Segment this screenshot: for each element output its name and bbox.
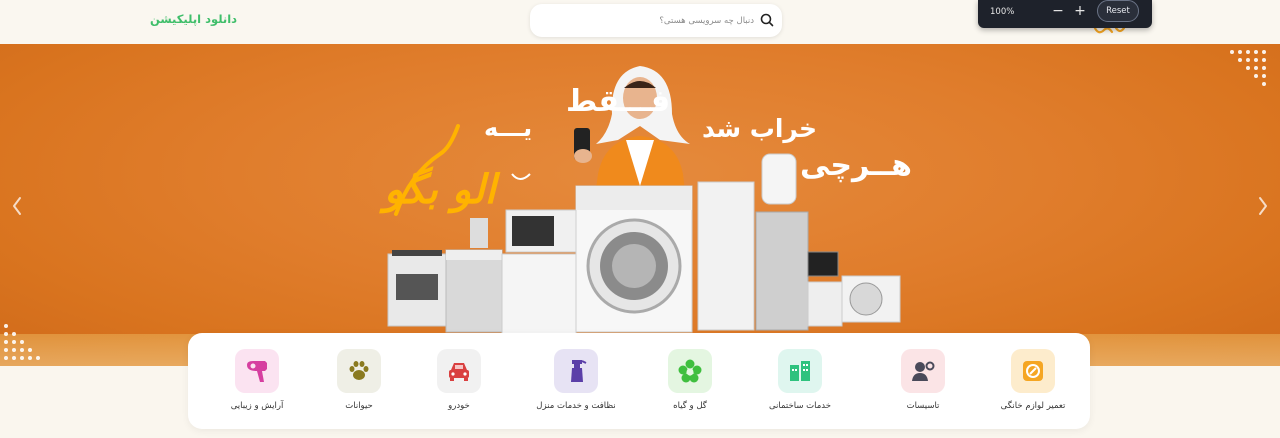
chevron-left-icon	[13, 197, 21, 215]
service-label: تعمیر لوازم خانگی	[1000, 401, 1066, 411]
dots-decoration-bottom-left	[4, 324, 40, 360]
service-label: خودرو	[448, 401, 470, 411]
service-beauty[interactable]: آرایش و زیبایی	[202, 349, 312, 419]
services-categories: تعمیر لوازم خانگی تاسیسات خدمات ساختمانی…	[188, 333, 1090, 429]
service-tile	[235, 349, 279, 393]
headline-line-1: فـــقط	[566, 84, 671, 119]
dots-decoration-top-right	[1230, 50, 1266, 86]
service-label: آرایش و زیبایی	[230, 401, 284, 411]
service-tile	[337, 349, 381, 393]
zoom-level: 100%	[990, 7, 1015, 17]
service-construction[interactable]: خدمات ساختمانی	[745, 349, 855, 419]
zoom-out-button[interactable]: −	[1049, 2, 1067, 20]
service-appliance-repair[interactable]: تعمیر لوازم خانگی	[978, 349, 1088, 419]
technician-icon	[912, 361, 935, 381]
service-label: خدمات ساختمانی	[768, 401, 832, 411]
zoom-reset-button[interactable]: Reset	[1097, 0, 1139, 22]
service-tile	[778, 349, 822, 393]
service-tile	[1011, 349, 1055, 393]
building-icon	[790, 361, 810, 381]
paw-icon	[349, 361, 369, 380]
carousel-next-button[interactable]	[1256, 194, 1270, 218]
flower-icon	[678, 359, 702, 383]
service-installations[interactable]: تاسیسات	[868, 349, 978, 419]
search-icon[interactable]	[760, 13, 774, 27]
service-label: نظافت و خدمات منزل	[536, 401, 616, 411]
spray-bottle-icon	[571, 360, 587, 382]
headline-line-2a: یـــه	[484, 114, 533, 142]
service-label: حیوانات	[345, 401, 373, 411]
service-tile	[901, 349, 945, 393]
service-pets[interactable]: حیوانات	[304, 349, 414, 419]
service-tile	[668, 349, 712, 393]
service-tile	[554, 349, 598, 393]
chevron-right-icon	[1259, 197, 1267, 215]
service-cleaning[interactable]: نظافت و خدمات منزل	[521, 349, 631, 419]
car-icon	[449, 363, 469, 381]
search-box[interactable]	[530, 4, 782, 37]
zoom-in-button[interactable]: +	[1071, 2, 1089, 20]
service-label: تاسیسات	[906, 401, 940, 411]
page: دانلود اپلیکیشن 100% − + Reset	[0, 0, 1280, 438]
headline-line-3: هــرچی	[800, 148, 912, 183]
carousel-prev-button[interactable]	[10, 194, 24, 218]
service-label: گل و گیاه	[673, 401, 707, 411]
download-app-link[interactable]: دانلود اپلیکیشن	[150, 12, 237, 26]
zoom-toolbar: 100% − + Reset	[978, 0, 1152, 28]
appliance-icon	[1023, 361, 1043, 381]
hero-banner[interactable]: فـــقط یـــه خراب شد هــرچی الو بگو	[0, 44, 1280, 366]
hair-dryer-icon	[247, 361, 267, 382]
service-flowers-plants[interactable]: گل و گیاه	[635, 349, 745, 419]
search-input[interactable]	[544, 11, 754, 31]
headline-line-2b: خراب شد	[702, 114, 817, 143]
service-car[interactable]: خودرو	[404, 349, 514, 419]
service-tile	[437, 349, 481, 393]
brand-script-logo: الو بگو	[384, 166, 496, 213]
